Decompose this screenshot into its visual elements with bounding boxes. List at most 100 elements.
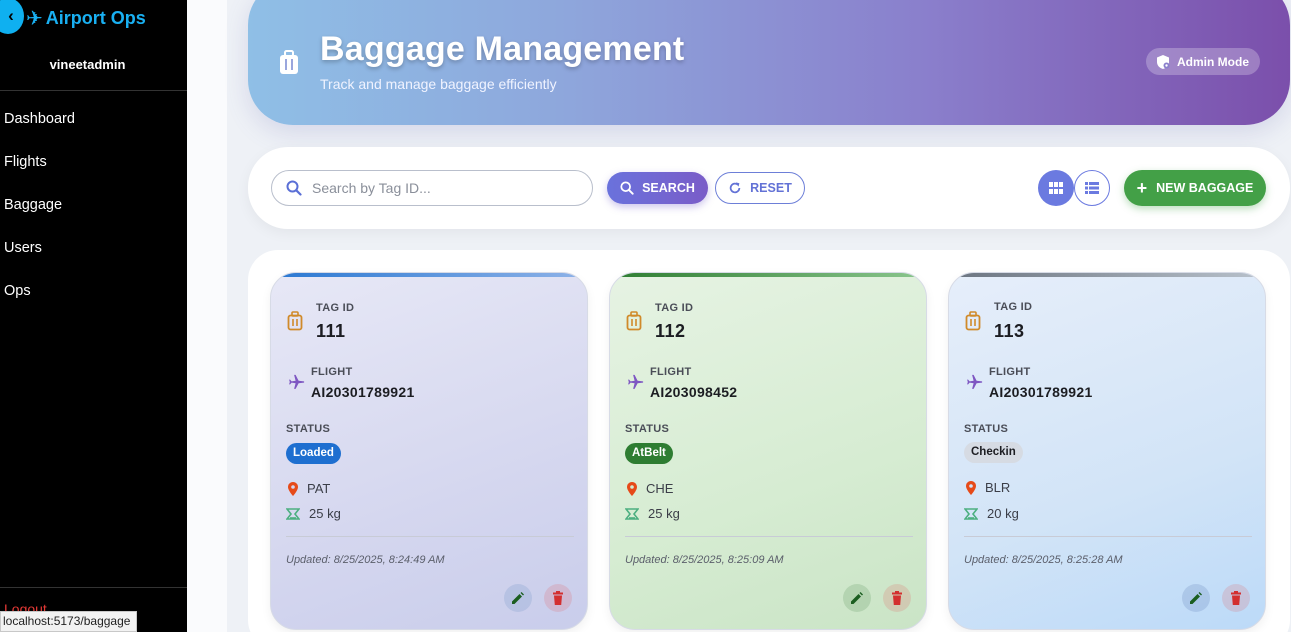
- location-value: PAT: [307, 481, 331, 496]
- tag-id-label: TAG ID: [994, 301, 1033, 313]
- delete-button[interactable]: [883, 584, 911, 612]
- luggage-icon: [965, 311, 981, 336]
- divider: [286, 536, 574, 537]
- divider: [964, 536, 1252, 537]
- divider: [0, 90, 187, 91]
- plus-icon: +: [1136, 178, 1148, 198]
- divider: [625, 536, 913, 537]
- toolbar: SEARCH RESET + NEW BAGGAGE: [248, 147, 1290, 229]
- list-view-icon: [1085, 182, 1099, 194]
- sidebar-item-flights[interactable]: Flights: [4, 153, 75, 196]
- trash-icon: [1231, 591, 1241, 605]
- pencil-icon: [1190, 592, 1202, 604]
- flight-label: FLIGHT: [989, 366, 1031, 378]
- sidebar-nav: Dashboard Flights Baggage Users Ops: [4, 110, 75, 325]
- sidebar: ‹ ✈ Airport Ops vineetadmin Dashboard Fl…: [0, 0, 187, 632]
- search-field[interactable]: [271, 170, 593, 206]
- trash-icon: [892, 591, 902, 605]
- trash-icon: [553, 591, 563, 605]
- refresh-icon: [729, 182, 741, 194]
- grid-view-icon: [1049, 182, 1063, 194]
- page-header: Baggage Management Track and manage bagg…: [248, 0, 1290, 125]
- scale-icon: [286, 507, 300, 520]
- location-value: BLR: [985, 480, 1011, 495]
- location-pin-icon: [966, 480, 976, 495]
- edit-button[interactable]: [843, 584, 871, 612]
- status-label: STATUS: [286, 423, 331, 435]
- tag-id-value: 111: [316, 321, 346, 341]
- weight-row: 25 kg: [625, 506, 680, 521]
- status-badge: Loaded: [286, 443, 341, 464]
- flight-icon: [965, 373, 983, 396]
- reset-button[interactable]: RESET: [715, 172, 805, 204]
- admin-shield-icon: [1157, 54, 1170, 69]
- airplane-icon: ✈: [26, 8, 43, 30]
- location-row: BLR: [966, 480, 1010, 495]
- search-icon: [286, 180, 302, 196]
- sidebar-item-ops[interactable]: Ops: [4, 282, 75, 325]
- flight-label: FLIGHT: [311, 366, 353, 378]
- edit-button[interactable]: [504, 584, 532, 612]
- delete-button[interactable]: [1222, 584, 1250, 612]
- search-button-label: SEARCH: [642, 181, 695, 195]
- new-baggage-label: NEW BAGGAGE: [1156, 181, 1254, 195]
- flight-label: FLIGHT: [650, 366, 692, 378]
- card-accent-bar: [610, 273, 926, 277]
- tag-id-value: 112: [655, 321, 686, 341]
- main-gutter: [187, 0, 227, 632]
- baggage-card: TAG ID 113 FLIGHT AI20301789921 STATUS C…: [948, 272, 1266, 630]
- search-button[interactable]: SEARCH: [607, 172, 708, 204]
- search-icon: [620, 181, 634, 195]
- page-title: Baggage Management: [320, 30, 685, 68]
- location-pin-icon: [288, 481, 298, 496]
- luggage-icon: [626, 311, 642, 336]
- delete-button[interactable]: [544, 584, 572, 612]
- luggage-icon: [287, 311, 303, 336]
- sidebar-item-users[interactable]: Users: [4, 239, 75, 282]
- status-label: STATUS: [964, 423, 1009, 435]
- search-input[interactable]: [312, 180, 572, 196]
- scale-icon: [964, 507, 978, 520]
- sidebar-item-baggage[interactable]: Baggage: [4, 196, 75, 239]
- updated-timestamp: Updated: 8/25/2025, 8:25:28 AM: [964, 554, 1123, 566]
- updated-timestamp: Updated: 8/25/2025, 8:24:49 AM: [286, 554, 445, 566]
- tag-id-label: TAG ID: [316, 302, 355, 314]
- flight-icon: [287, 373, 305, 396]
- location-row: PAT: [288, 481, 330, 496]
- weight-value: 20 kg: [987, 506, 1019, 521]
- reset-button-label: RESET: [750, 181, 792, 195]
- flight-value: AI20301789921: [989, 384, 1093, 400]
- brand[interactable]: ✈ Airport Ops: [26, 6, 146, 31]
- status-badge: Checkin: [964, 442, 1023, 463]
- admin-badge-label: Admin Mode: [1177, 54, 1249, 69]
- baggage-card: TAG ID 111 FLIGHT AI20301789921 STATUS L…: [270, 272, 588, 630]
- tag-id-value: 113: [994, 321, 1025, 341]
- suitcase-icon: [278, 50, 300, 81]
- location-value: CHE: [646, 481, 674, 496]
- location-pin-icon: [627, 481, 637, 496]
- edit-button[interactable]: [1182, 584, 1210, 612]
- tag-id-label: TAG ID: [655, 302, 694, 314]
- new-baggage-button[interactable]: + NEW BAGGAGE: [1124, 170, 1266, 206]
- card-accent-bar: [271, 273, 587, 277]
- brand-name: Airport Ops: [45, 8, 146, 28]
- chevron-left-icon[interactable]: ‹: [0, 0, 24, 34]
- location-row: CHE: [627, 481, 673, 496]
- sidebar-item-dashboard[interactable]: Dashboard: [4, 110, 75, 153]
- flight-value: AI20301789921: [311, 384, 415, 400]
- page-subtitle: Track and manage baggage efficiently: [320, 76, 557, 92]
- scale-icon: [625, 507, 639, 520]
- baggage-card: TAG ID 112 FLIGHT AI203098452 STATUS AtB…: [609, 272, 927, 630]
- grid-view-toggle[interactable]: [1038, 170, 1074, 206]
- pencil-icon: [512, 592, 524, 604]
- list-view-toggle[interactable]: [1074, 170, 1110, 206]
- weight-row: 20 kg: [964, 506, 1019, 521]
- admin-mode-badge: Admin Mode: [1146, 48, 1260, 75]
- username: vineetadmin: [49, 57, 126, 72]
- flight-value: AI203098452: [650, 384, 738, 400]
- status-label: STATUS: [625, 423, 670, 435]
- weight-value: 25 kg: [648, 506, 680, 521]
- card-accent-bar: [949, 273, 1265, 277]
- status-badge: AtBelt: [625, 443, 673, 464]
- status-url: localhost:5173/baggage: [0, 611, 138, 632]
